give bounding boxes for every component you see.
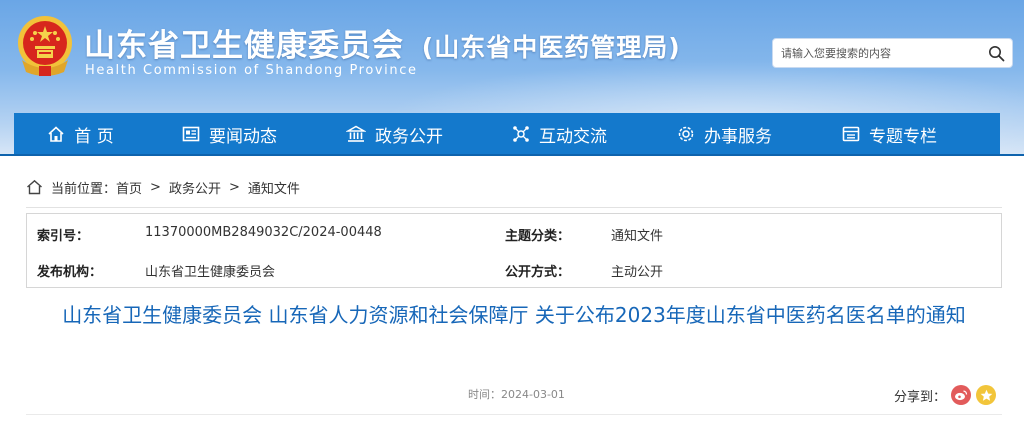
- nav-item-service[interactable]: 办事服务: [642, 113, 807, 155]
- document-meta-table: 索引号： 11370000MB2849032C/2024-00448 主题分类：…: [26, 213, 1002, 288]
- site-title-english: Health Commission of Shandong Province: [85, 63, 418, 78]
- share-bar: 分享到：: [894, 385, 997, 405]
- site-title-subtitle: (山东省中医药管理局): [421, 33, 681, 62]
- index-label: 索引号：: [37, 229, 90, 244]
- breadcrumb-prefix: 当前位置：: [51, 181, 117, 197]
- main-nav: 首 页 要闻动态 政务公开 互动交流 办事服务 专题专栏: [14, 113, 1000, 155]
- nav-item-topic[interactable]: 专题专栏: [807, 113, 972, 155]
- service-icon: [678, 126, 694, 142]
- site-title[interactable]: 山东省卫生健康委员会 (山东省中医药管理局): [84, 20, 681, 65]
- nav-divider: [0, 154, 1024, 156]
- nav-label-news: 要闻动态: [209, 126, 277, 147]
- nav-label-topic: 专题专栏: [869, 126, 937, 147]
- share-label: 分享到：: [894, 389, 947, 405]
- open-method-value: 主动公开: [611, 265, 664, 280]
- government-icon: [346, 125, 366, 142]
- interaction-icon: [513, 126, 529, 142]
- nav-label-home: 首 页: [74, 126, 114, 147]
- site-title-main: 山东省卫生健康委员会: [84, 28, 404, 64]
- topic-label: 主题分类：: [505, 229, 571, 244]
- index-value: 11370000MB2849032C/2024-00448: [145, 225, 382, 240]
- search-icon[interactable]: [988, 45, 1005, 62]
- breadcrumb-separator: >: [150, 179, 161, 195]
- weibo-icon[interactable]: [951, 385, 972, 405]
- search-input[interactable]: [781, 44, 981, 62]
- nav-item-government[interactable]: 政务公开: [312, 113, 477, 155]
- content-divider: [26, 414, 1002, 415]
- publisher-label: 发布机构：: [37, 265, 103, 280]
- publish-date: 时间：2024-03-01: [468, 388, 565, 401]
- article-title: 山东省卫生健康委员会 山东省人力资源和社会保障厅 关于公布2023年度山东省中医…: [62, 303, 966, 327]
- breadcrumb-government[interactable]: 政务公开: [169, 178, 221, 197]
- national-emblem-icon[interactable]: [14, 14, 76, 78]
- nav-label-service: 办事服务: [704, 126, 772, 147]
- topic-value: 通知文件: [611, 229, 664, 244]
- home-icon: [48, 126, 64, 142]
- breadcrumb-divider: [26, 207, 1002, 208]
- nav-item-news[interactable]: 要闻动态: [147, 113, 312, 155]
- news-icon: [182, 126, 200, 142]
- breadcrumb-notice[interactable]: 通知文件: [248, 178, 300, 197]
- nav-item-interaction[interactable]: 互动交流: [477, 113, 642, 155]
- topic-icon: [842, 126, 860, 142]
- nav-item-home[interactable]: 首 页: [14, 113, 147, 155]
- home-icon[interactable]: [26, 179, 43, 195]
- nav-label-interaction: 互动交流: [539, 126, 607, 147]
- breadcrumb: 当前位置： 首页 > 政务公开 > 通知文件: [26, 172, 1002, 202]
- breadcrumb-separator: >: [228, 179, 240, 195]
- breadcrumb-home[interactable]: 首页: [116, 178, 142, 197]
- publisher-value: 山东省卫生健康委员会: [145, 265, 276, 280]
- qzone-icon[interactable]: [976, 385, 997, 405]
- nav-label-government: 政务公开: [375, 126, 443, 147]
- open-method-label: 公开方式：: [505, 265, 571, 280]
- search-box: [772, 38, 1013, 68]
